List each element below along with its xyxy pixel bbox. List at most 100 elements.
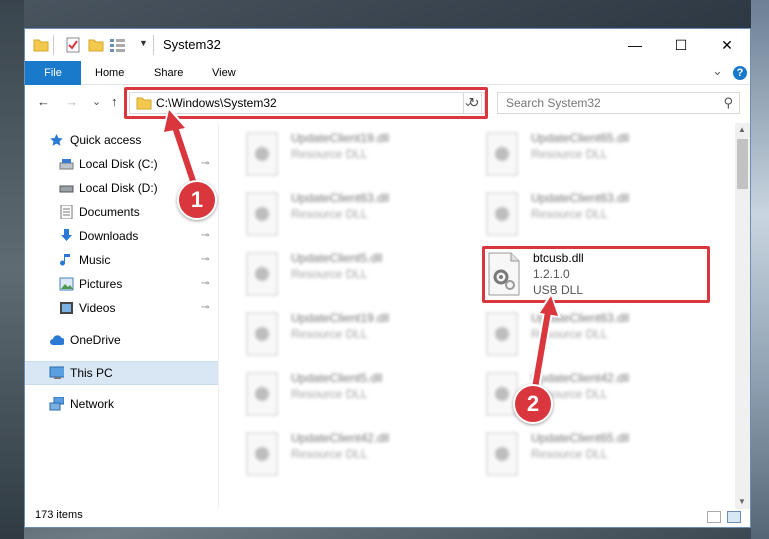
- list-item[interactable]: UpdateClient5.dll Resource DLL: [243, 247, 471, 303]
- dll-file-icon: [486, 192, 518, 236]
- sidebar-item-music[interactable]: Music ⊸: [25, 249, 218, 271]
- title-bar: ▼ System32 — ☐ ✕: [25, 29, 750, 61]
- pin-icon: ⊸: [201, 230, 210, 241]
- sidebar-item-pictures[interactable]: Pictures ⊸: [25, 273, 218, 295]
- sidebar-label: Music: [79, 253, 111, 267]
- dll-file-icon: [246, 252, 278, 296]
- file-name: UpdateClient19.dll: [291, 131, 390, 145]
- customize-quick-access-icon[interactable]: [109, 37, 127, 53]
- network-icon: [49, 397, 64, 411]
- scroll-up-icon[interactable]: ▲: [738, 125, 746, 134]
- minimize-button[interactable]: —: [612, 29, 658, 61]
- dll-file-icon: [246, 312, 278, 356]
- file-type: Resource DLL: [531, 447, 608, 461]
- file-name: UpdateClient42.dll: [531, 371, 630, 385]
- sidebar-item-quick-access[interactable]: Quick access: [25, 129, 218, 151]
- callout-badge-one: 1: [177, 180, 217, 220]
- sidebar-item-network[interactable]: Network: [25, 393, 218, 415]
- file-type: Resource DLL: [291, 147, 368, 161]
- cloud-icon: [50, 335, 64, 345]
- back-button[interactable]: ←: [37, 94, 50, 109]
- sidebar-item-onedrive[interactable]: OneDrive: [25, 329, 218, 351]
- item-count: 173 items: [35, 509, 83, 521]
- new-folder-icon[interactable]: [88, 37, 104, 53]
- quick-access-dropdown-icon[interactable]: ▼: [139, 38, 148, 48]
- star-icon: [50, 134, 63, 146]
- tab-home[interactable]: Home: [95, 61, 124, 85]
- folder-icon: [33, 39, 49, 52]
- videos-icon: [60, 302, 73, 314]
- navigation-bar: ← → ⌄ ↑ C:\Windows\System32 ⌄ ↻ Search S…: [25, 85, 750, 121]
- list-item[interactable]: UpdateClient42.dll Resource DLL: [243, 427, 471, 483]
- dll-file-icon: [486, 312, 518, 356]
- file-type: Resource DLL: [531, 327, 608, 341]
- desktop-background-left: [0, 0, 24, 539]
- file-type: Resource DLL: [291, 327, 368, 341]
- ribbon-expand-icon[interactable]: ⌄: [712, 63, 723, 79]
- ribbon: File Home Share View ⌄ ?: [25, 61, 750, 117]
- list-item[interactable]: UpdateClient63.dll Resource DLL: [483, 187, 711, 243]
- dll-file-icon: [246, 132, 278, 176]
- sidebar-label: Documents: [79, 205, 140, 219]
- details-view-icon[interactable]: [707, 511, 721, 523]
- large-icons-view-icon[interactable]: [727, 511, 741, 523]
- status-bar: 173 items: [25, 509, 750, 527]
- list-item[interactable]: UpdateClient19.dll Resource DLL: [243, 127, 471, 183]
- sidebar-label: Pictures: [79, 277, 123, 291]
- sidebar-item-videos[interactable]: Videos ⊸: [25, 297, 218, 319]
- tab-view[interactable]: View: [212, 61, 236, 85]
- drive-icon: [59, 159, 74, 170]
- file-highlight-box: [482, 246, 710, 303]
- sidebar-label: Local Disk (C:): [79, 157, 158, 171]
- search-icon[interactable]: ⚲: [723, 95, 733, 111]
- documents-icon: [60, 205, 73, 219]
- search-input[interactable]: Search System32: [506, 96, 601, 110]
- sidebar-label: OneDrive: [70, 333, 121, 347]
- list-item[interactable]: UpdateClient19.dll Resource DLL: [243, 307, 471, 363]
- computer-icon: [49, 366, 64, 379]
- file-type: Resource DLL: [531, 207, 608, 221]
- drive-icon: [59, 185, 74, 193]
- file-name: UpdateClient63.dll: [291, 191, 390, 205]
- file-name: UpdateClient5.dll: [291, 251, 383, 265]
- file-type: Resource DLL: [291, 387, 368, 401]
- vertical-scrollbar[interactable]: ▲ ▼: [735, 123, 750, 509]
- list-item[interactable]: UpdateClient65.dll Resource DLL: [483, 127, 711, 183]
- forward-button[interactable]: →: [65, 94, 78, 109]
- dll-file-icon: [246, 432, 278, 476]
- help-icon[interactable]: ?: [733, 66, 747, 80]
- tab-share[interactable]: Share: [154, 61, 183, 85]
- dll-file-icon: [246, 372, 278, 416]
- list-item[interactable]: UpdateClient63.dll Resource DLL: [243, 187, 471, 243]
- maximize-button[interactable]: ☐: [658, 29, 704, 61]
- file-type: Resource DLL: [291, 447, 368, 461]
- close-button[interactable]: ✕: [704, 29, 750, 61]
- properties-icon[interactable]: [65, 37, 81, 53]
- sidebar-item-downloads[interactable]: Downloads ⊸: [25, 225, 218, 247]
- address-highlight-box: [124, 87, 488, 119]
- pictures-icon: [59, 277, 74, 291]
- recent-locations-button[interactable]: ⌄: [92, 95, 101, 108]
- file-name: UpdateClient65.dll: [531, 431, 630, 445]
- sidebar-item-local-disk-c[interactable]: Local Disk (C:) ⊸: [25, 153, 218, 175]
- file-type: Resource DLL: [291, 267, 368, 281]
- sidebar-item-this-pc[interactable]: This PC: [25, 361, 218, 385]
- dll-file-icon: [246, 192, 278, 236]
- file-type: Resource DLL: [531, 147, 608, 161]
- search-box[interactable]: Search System32 ⚲: [497, 92, 740, 114]
- file-name: UpdateClient63.dll: [531, 191, 630, 205]
- list-item[interactable]: UpdateClient65.dll Resource DLL: [483, 427, 711, 483]
- scrollbar-thumb[interactable]: [737, 139, 748, 189]
- list-item[interactable]: UpdateClient5.dll Resource DLL: [243, 367, 471, 423]
- sidebar-label: Downloads: [79, 229, 139, 243]
- up-button[interactable]: ↑: [111, 94, 118, 109]
- quick-access-separator: [53, 35, 54, 55]
- scroll-down-icon[interactable]: ▼: [738, 497, 746, 506]
- file-list: UpdateClient19.dll Resource DLL UpdateCl…: [219, 123, 735, 509]
- dll-file-icon: [486, 432, 518, 476]
- file-type: Resource DLL: [291, 207, 368, 221]
- sidebar-label: Local Disk (D:): [79, 181, 158, 195]
- callout-badge-two: 2: [513, 384, 553, 424]
- list-item[interactable]: UpdateClient63.dll Resource DLL: [483, 307, 711, 363]
- window-title: System32: [163, 37, 221, 52]
